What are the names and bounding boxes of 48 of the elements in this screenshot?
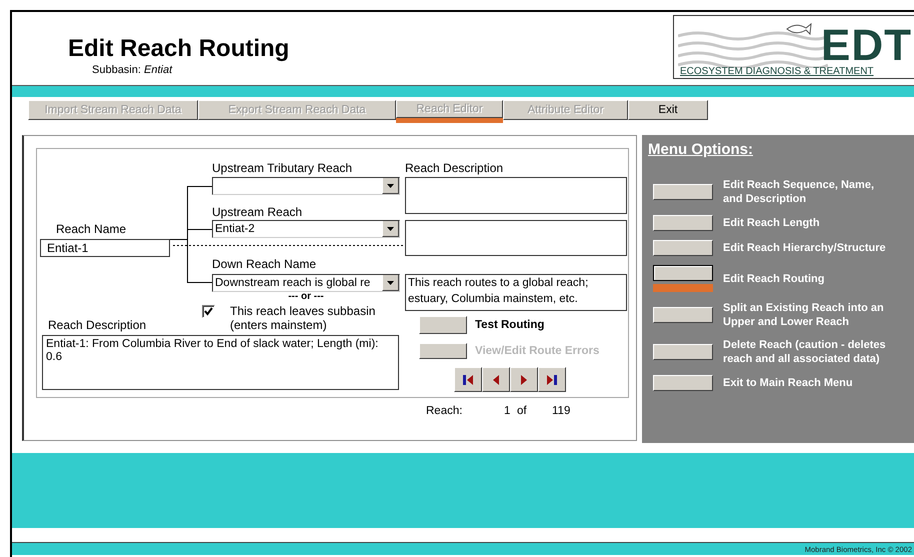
menu-button[interactable] (653, 265, 713, 281)
field-label: Upstream Tributary Reach (212, 161, 354, 175)
logo-text: EDT (821, 24, 912, 68)
reach-name-field[interactable]: Entiat-1 (40, 239, 170, 257)
first-record-icon (462, 374, 474, 386)
record-of: of (517, 405, 528, 417)
or-separator: --- or --- (287, 292, 325, 302)
record-nav-button[interactable] (454, 367, 482, 392)
field-label: Reach Description (405, 161, 504, 175)
reach-description-box: This reach routes to a global reach; estuary, Columbia mainstem, etc. (405, 274, 627, 311)
menu-label: Edit Reach Hierarchy/Structure (723, 241, 887, 255)
checkbox-note: (enters mainstem) (230, 318, 328, 332)
previous-record-icon (492, 374, 500, 386)
description-field[interactable]: Entiat-1: From Columbia River to End of slack water; Length (mi): 0.6 (42, 335, 399, 390)
menu-label: Edit Reach Length (723, 216, 821, 230)
field-label: Down Reach Name (212, 257, 318, 271)
action-label: View/Edit Route Errors (475, 345, 600, 357)
fish-icon (786, 22, 812, 36)
checkbox-label: This reach leaves subbasin (230, 304, 376, 318)
page-title: Edit Reach Routing (68, 34, 290, 64)
last-record-icon (546, 374, 558, 386)
menu-title: Menu Options: (648, 141, 754, 158)
tributary-dropdown[interactable] (212, 177, 400, 195)
field-label: Reach Description (48, 318, 146, 332)
upstream-dropdown[interactable]: Entiat-2 (212, 220, 400, 238)
menu-label: Edit Reach Routing (723, 272, 826, 286)
menu-label: Exit to Main Reach Menu (723, 376, 854, 390)
record-total: 119 (552, 405, 572, 417)
field-label: Upstream Reach (212, 205, 304, 219)
record-nav-button[interactable] (538, 367, 566, 392)
logo-tagline: ECOSYSTEM DIAGNOSIS & TREATMENT (680, 66, 874, 77)
record-label: Reach: (426, 405, 464, 417)
record-nav-button[interactable] (510, 367, 538, 392)
record-nav-button[interactable] (482, 367, 510, 392)
menu-label: Delete Reach (caution - deletes reach and all associated data) (723, 338, 887, 366)
subbasin-text: Subbasin: Entiat (92, 64, 174, 76)
downstream-dropdown[interactable]: Downstream reach is global re (212, 274, 400, 292)
caret-icon (387, 184, 394, 188)
action-label: Test Routing (475, 319, 544, 331)
menu-label: Split an Existing Reach into an Upper and Lower Reach (723, 301, 885, 329)
caret-icon (387, 280, 394, 284)
action-button[interactable] (419, 316, 467, 334)
menu-label: Edit Reach Sequence, Name, and Description (723, 178, 875, 206)
caret-icon (387, 226, 394, 230)
field-label: Reach Name (56, 222, 128, 236)
next-record-icon (520, 374, 528, 386)
tab[interactable]: Exit (628, 100, 708, 120)
record-current: 1 (504, 405, 512, 417)
